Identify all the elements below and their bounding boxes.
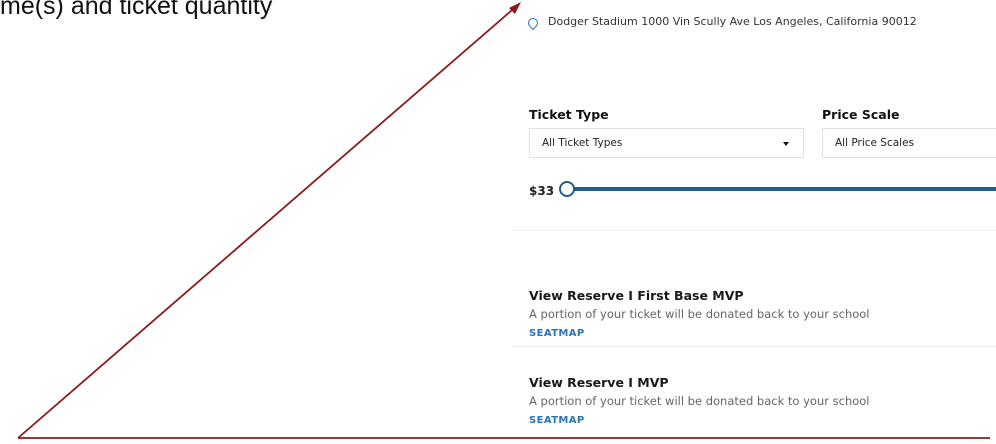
screenshot-stage: me(s) and ticket quantity Dodger Stadium…: [0, 0, 996, 444]
annotation-arrow: [17, 2, 990, 439]
annotation-arrow-lines: [17, 2, 990, 439]
arrow-diagonal-line: [17, 3, 520, 439]
